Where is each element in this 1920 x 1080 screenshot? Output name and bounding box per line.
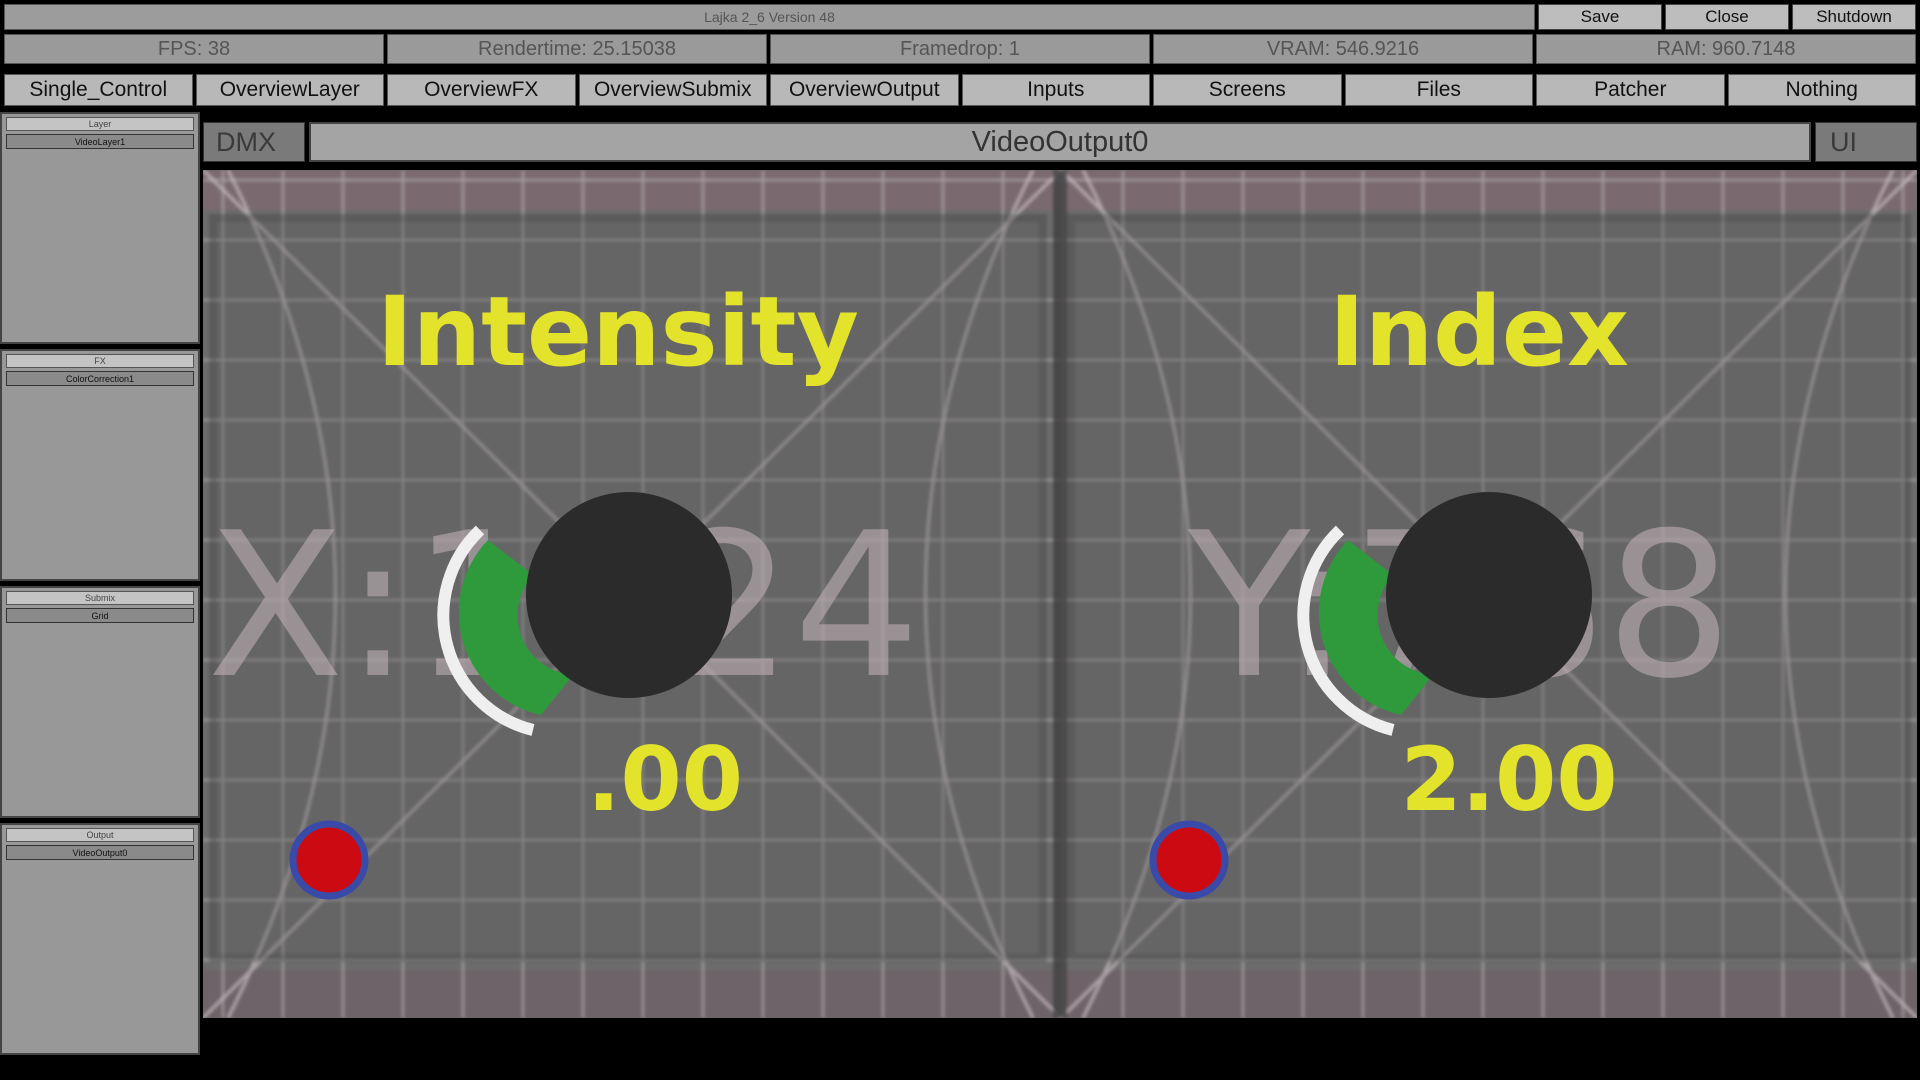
tab-overview-fx[interactable]: OverviewFX bbox=[387, 74, 576, 106]
dmx-button[interactable]: DMX bbox=[203, 122, 305, 162]
index-dial-knob[interactable] bbox=[1386, 492, 1592, 698]
tab-nothing[interactable]: Nothing bbox=[1727, 74, 1916, 106]
vram-readout: VRAM: 546.9216 bbox=[1153, 34, 1533, 64]
rendertime-readout: Rendertime: 25.15038 bbox=[387, 34, 767, 64]
tab-overview-submix[interactable]: OverviewSubmix bbox=[578, 74, 767, 106]
output-panel-header: Output bbox=[6, 828, 194, 842]
save-button[interactable]: Save bbox=[1538, 4, 1662, 30]
index-indicator bbox=[1149, 820, 1229, 900]
fx-panel-header: FX bbox=[6, 354, 194, 368]
tab-single-control[interactable]: Single_Control bbox=[4, 74, 193, 106]
fps-readout: FPS: 38 bbox=[4, 34, 384, 64]
tab-overview-layer[interactable]: OverviewLayer bbox=[195, 74, 384, 106]
intensity-value: .00 bbox=[587, 728, 743, 831]
fx-item[interactable]: ColorCorrection1 bbox=[6, 371, 194, 386]
submix-panel: Submix Grid bbox=[0, 586, 200, 818]
title-bar: Lajka 2_6 Version 48 Save Close Shutdown bbox=[4, 4, 1916, 30]
framedrop-readout: Framedrop: 1 bbox=[770, 34, 1150, 64]
sidebar: Layer VideoLayer1 FX ColorCorrection1 Su… bbox=[0, 112, 200, 1058]
output-item[interactable]: VideoOutput0 bbox=[6, 845, 194, 860]
submix-panel-header: Submix bbox=[6, 591, 194, 605]
layer-panel: Layer VideoLayer1 bbox=[0, 112, 200, 344]
output-view: DMX VideoOutput0 UI Intensity .00 Index … bbox=[201, 112, 1920, 1058]
submix-item[interactable]: Grid bbox=[6, 608, 194, 623]
output-panel: Output VideoOutput0 bbox=[0, 823, 200, 1055]
output-title: VideoOutput0 bbox=[309, 122, 1811, 162]
index-label: Index bbox=[1329, 276, 1629, 388]
tab-inputs[interactable]: Inputs bbox=[961, 74, 1150, 106]
layer-item[interactable]: VideoLayer1 bbox=[6, 134, 194, 149]
layer-panel-header: Layer bbox=[6, 117, 194, 131]
fx-panel: FX ColorCorrection1 bbox=[0, 349, 200, 581]
tab-screens[interactable]: Screens bbox=[1153, 74, 1342, 106]
ui-button[interactable]: UI bbox=[1815, 122, 1917, 162]
close-button[interactable]: Close bbox=[1665, 4, 1789, 30]
window-title: Lajka 2_6 Version 48 bbox=[4, 4, 1535, 30]
shutdown-button[interactable]: Shutdown bbox=[1792, 4, 1916, 30]
output-preview[interactable]: X:1024 Y:768 Intensity .00 Index 2.00 bbox=[203, 170, 1917, 1018]
tab-overview-output[interactable]: OverviewOutput bbox=[770, 74, 959, 106]
intensity-label: Intensity bbox=[377, 276, 859, 388]
tab-files[interactable]: Files bbox=[1344, 74, 1533, 106]
ram-readout: RAM: 960.7148 bbox=[1536, 34, 1916, 64]
tab-bar: Single_Control OverviewLayer OverviewFX … bbox=[4, 74, 1916, 106]
output-header: DMX VideoOutput0 UI bbox=[201, 118, 1917, 164]
index-value: 2.00 bbox=[1400, 728, 1617, 831]
intensity-indicator bbox=[289, 820, 369, 900]
intensity-dial-knob[interactable] bbox=[526, 492, 732, 698]
tab-patcher[interactable]: Patcher bbox=[1536, 74, 1725, 106]
stats-bar: FPS: 38 Rendertime: 25.15038 Framedrop: … bbox=[4, 34, 1916, 64]
output-footer bbox=[203, 1024, 1917, 1058]
